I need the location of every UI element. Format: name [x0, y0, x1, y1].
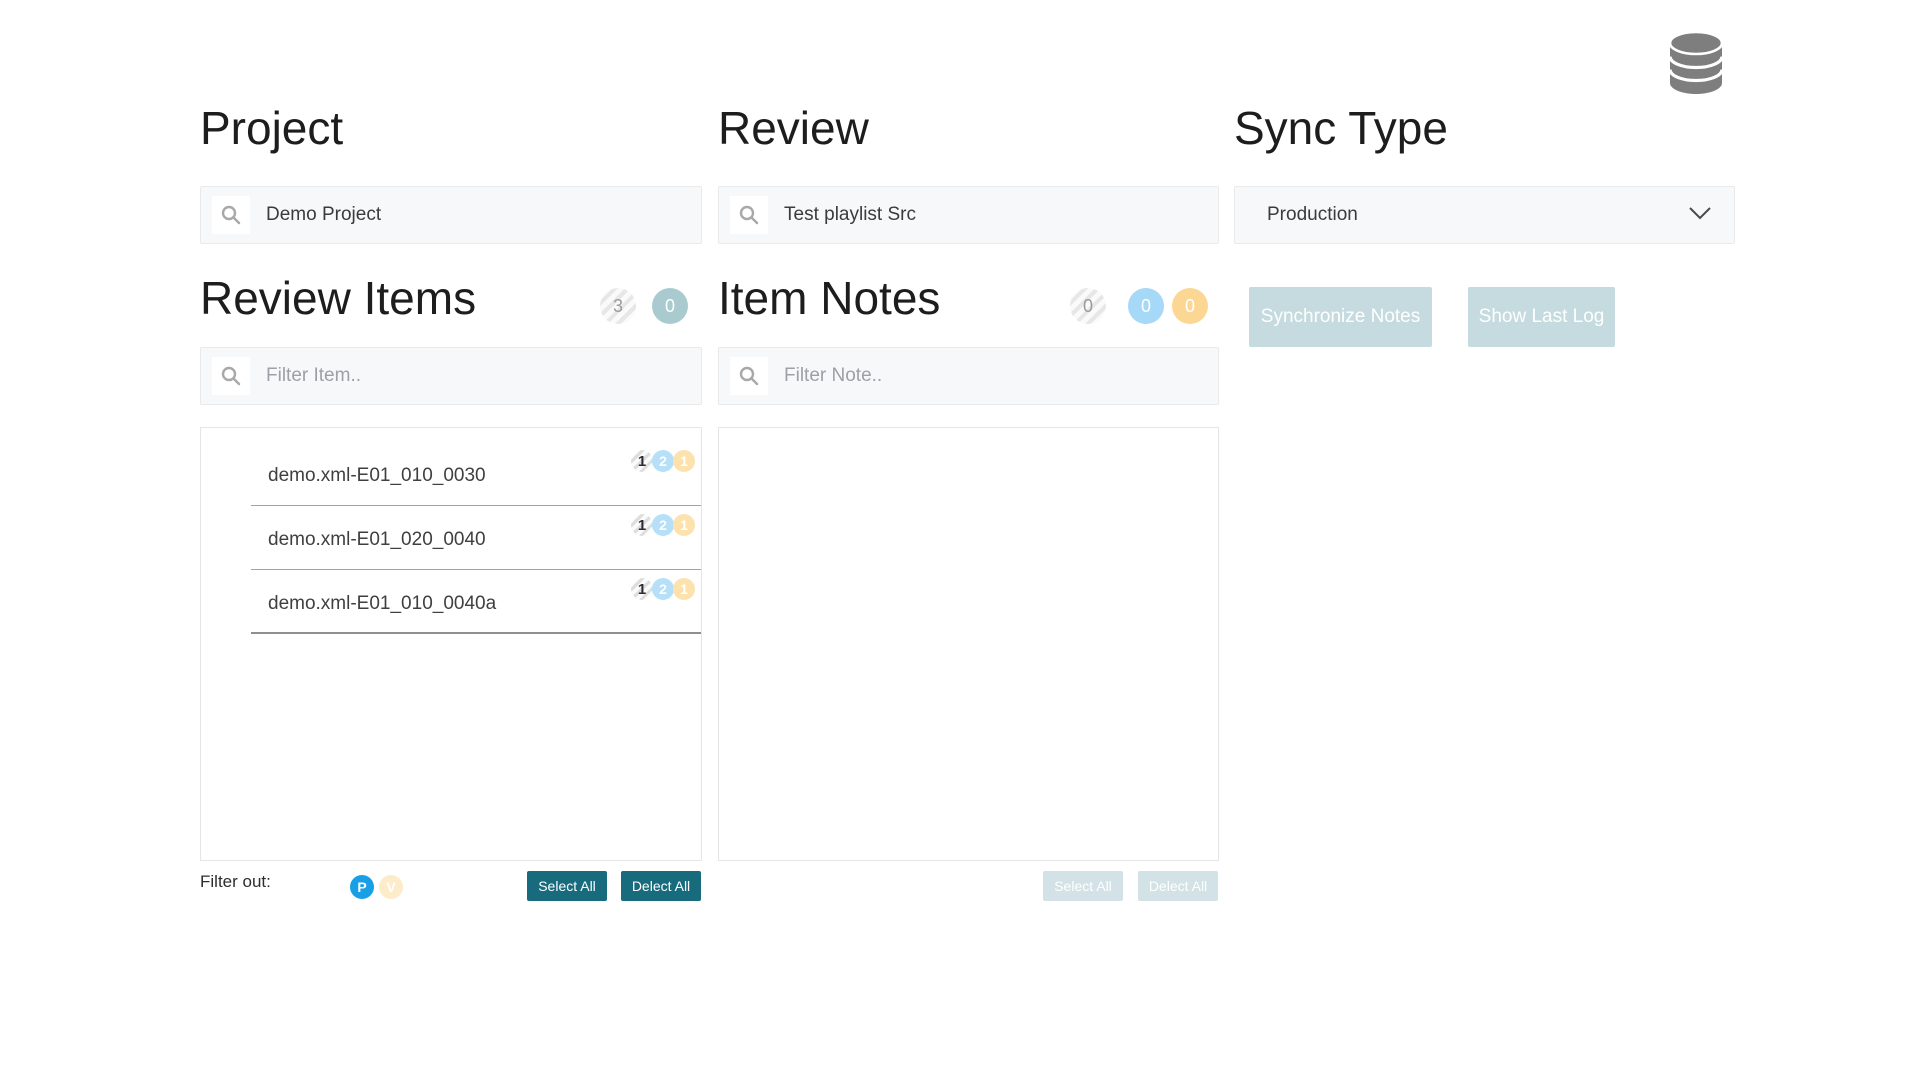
item-total-count-badge: 1 — [631, 514, 653, 536]
review-items-total-badge: 3 — [600, 288, 636, 324]
item-name: demo.xml-E01_010_0030 — [268, 465, 486, 486]
item-publish-count-badge: 2 — [652, 514, 674, 536]
search-icon — [730, 196, 768, 234]
sync-type-title: Sync Type — [1234, 102, 1448, 154]
item-notes-title: Item Notes — [718, 272, 941, 324]
item-version-count-badge: 1 — [673, 514, 695, 536]
filter-item-field[interactable] — [200, 347, 702, 405]
notes-select-all-button[interactable]: Select All — [1043, 871, 1123, 901]
filter-out-label: Filter out: — [200, 872, 271, 891]
item-version-count-badge: 1 — [673, 450, 695, 472]
item-publish-count-badge: 2 — [652, 450, 674, 472]
filter-note-input[interactable] — [768, 348, 1218, 404]
sync-type-dropdown[interactable]: Production — [1234, 186, 1735, 244]
synchronize-notes-button[interactable]: Synchronize Notes — [1249, 287, 1432, 347]
item-version-count-badge: 1 — [673, 578, 695, 600]
item-notes-publish-badge: 0 — [1128, 288, 1164, 324]
project-search-input[interactable] — [250, 187, 701, 243]
database-icon — [1668, 30, 1724, 101]
sync-app-window: Project Review Sync Type Production Revi… — [0, 0, 1920, 1080]
item-publish-count-badge: 2 — [652, 578, 674, 600]
review-search-field[interactable] — [718, 186, 1219, 244]
item-name: demo.xml-E01_010_0040a — [268, 593, 497, 614]
item-total-count-badge: 1 — [631, 450, 653, 472]
filter-version-toggle[interactable]: V — [379, 875, 403, 899]
sync-type-selected-value: Production — [1267, 204, 1358, 225]
review-items-title: Review Items — [200, 272, 477, 324]
item-name: demo.xml-E01_020_0040 — [268, 529, 486, 550]
notes-delect-all-button[interactable]: Delect All — [1138, 871, 1218, 901]
item-notes-list — [718, 427, 1219, 861]
items-select-all-button[interactable]: Select All — [527, 871, 607, 901]
show-last-log-button[interactable]: Show Last Log — [1468, 287, 1615, 347]
project-title: Project — [200, 102, 344, 154]
item-notes-version-badge: 0 — [1172, 288, 1208, 324]
project-search-field[interactable] — [200, 186, 702, 244]
search-icon — [212, 357, 250, 395]
filter-note-field[interactable] — [718, 347, 1219, 405]
search-icon — [730, 357, 768, 395]
items-delect-all-button[interactable]: Delect All — [621, 871, 701, 901]
review-items-selected-badge: 0 — [652, 288, 688, 324]
list-item[interactable]: 1 2 1 demo.xml-E01_010_0040a — [251, 570, 701, 634]
chevron-down-icon — [1688, 206, 1712, 225]
list-item[interactable]: 1 2 1 demo.xml-E01_020_0040 — [251, 506, 701, 570]
review-title: Review — [718, 102, 869, 154]
review-search-input[interactable] — [768, 187, 1218, 243]
filter-item-input[interactable] — [250, 348, 701, 404]
search-icon — [212, 196, 250, 234]
item-total-count-badge: 1 — [631, 578, 653, 600]
item-notes-total-badge: 0 — [1070, 288, 1106, 324]
list-item[interactable]: 1 2 1 demo.xml-E01_010_0030 — [251, 442, 701, 506]
filter-publish-toggle[interactable]: P — [350, 875, 374, 899]
review-items-list: 1 2 1 demo.xml-E01_010_0030 1 2 1 demo.x… — [200, 427, 702, 861]
